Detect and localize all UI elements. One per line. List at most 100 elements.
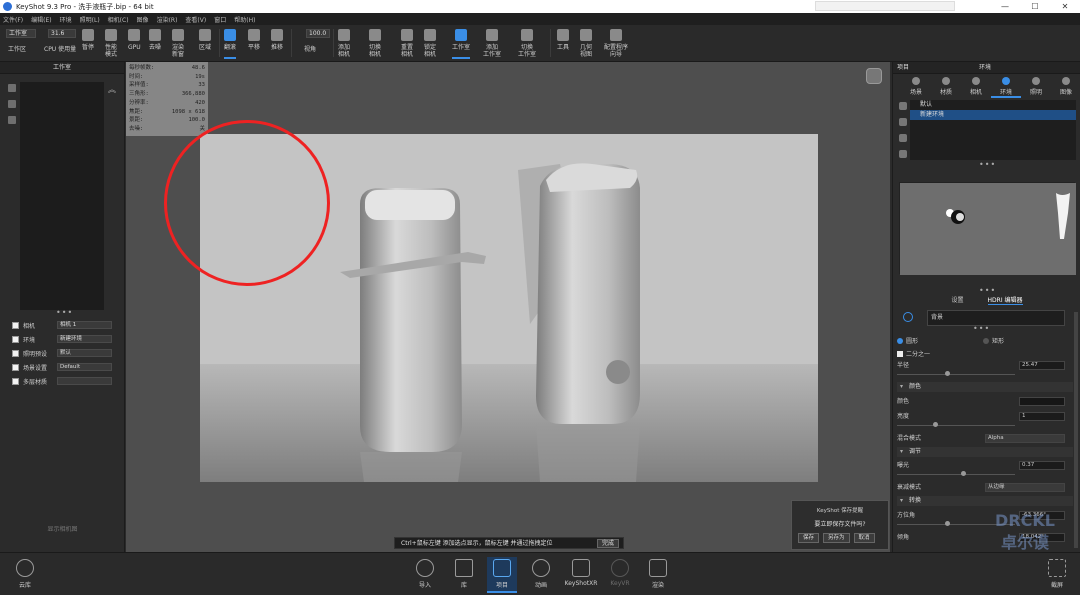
collapse-chevron-icon[interactable]: ︽ <box>108 84 116 95</box>
library-button[interactable]: 库 <box>449 557 479 593</box>
save-as-button[interactable]: 另存为 <box>823 533 850 543</box>
checkbox[interactable] <box>12 377 19 385</box>
checkbox[interactable] <box>12 335 19 343</box>
cloud-library-button[interactable]: 云库 <box>10 557 40 593</box>
tab-environment[interactable]: 环境 <box>991 74 1021 98</box>
add-studio-icon[interactable] <box>8 84 16 92</box>
workspace-dropdown[interactable]: 工作室 <box>6 29 36 38</box>
hdri-preview[interactable] <box>899 182 1076 275</box>
delete-icon[interactable] <box>899 150 907 158</box>
studio-list[interactable] <box>20 82 104 310</box>
shape-rect-radio[interactable]: 矩形 <box>983 336 1004 345</box>
gpu-button[interactable]: GPU <box>128 27 141 59</box>
tumble-button[interactable]: 翻滚 <box>224 27 237 59</box>
region-button[interactable]: 区域 <box>199 27 211 59</box>
slider-knob[interactable] <box>961 471 966 476</box>
add-camera-button[interactable]: 添加 相机 <box>338 27 350 59</box>
radius-slider[interactable] <box>897 374 1015 375</box>
environment-dropdown[interactable]: 新建环境 <box>57 335 112 343</box>
project-button[interactable]: 项目 <box>487 557 517 593</box>
cpu-usage-dropdown[interactable]: 31.6 <box>48 29 76 38</box>
adjust-section[interactable]: 调节 <box>897 447 1073 457</box>
save-button[interactable]: 保存 <box>798 533 820 543</box>
duplicate-icon[interactable] <box>899 102 907 110</box>
color-section[interactable]: 颜色 <box>897 382 1073 392</box>
menu-lighting[interactable]: 照明(L) <box>80 15 100 24</box>
camera-row[interactable]: 相机 相机 1 <box>12 320 112 330</box>
transform-section[interactable]: 转换 <box>897 496 1073 506</box>
slider-knob[interactable] <box>945 371 950 376</box>
resize-handle-icon[interactable]: ••• <box>973 324 990 333</box>
menu-camera[interactable]: 相机(C) <box>108 15 129 24</box>
studio-button[interactable]: 工作室 <box>452 27 471 59</box>
tools-button[interactable]: 工具 <box>557 27 569 59</box>
configurator-wizard-button[interactable]: 配置程序 向导 <box>604 27 628 59</box>
import-button[interactable]: 导入 <box>410 557 440 593</box>
lighting-preset-dropdown[interactable]: 默认 <box>57 349 112 357</box>
exposure-slider[interactable] <box>897 474 1015 475</box>
hdri-light-icon[interactable] <box>866 68 882 84</box>
denoise-button[interactable]: 去噪 <box>149 27 161 59</box>
menu-edit[interactable]: 编辑(E) <box>31 15 51 24</box>
checkbox[interactable] <box>12 363 19 371</box>
environment-row[interactable]: 环境 新建环境 <box>12 334 112 344</box>
done-button[interactable]: 完成 <box>596 539 619 548</box>
pause-button[interactable]: 暂停 <box>82 27 94 59</box>
add-pin-icon[interactable] <box>903 312 913 322</box>
settings-gear-icon[interactable] <box>8 116 16 124</box>
switch-studio-button[interactable]: 切换 工作室 <box>518 27 536 59</box>
resize-handle-icon[interactable]: ••• <box>56 308 73 317</box>
geometry-view-button[interactable]: 几何 视图 <box>580 27 592 59</box>
checkbox[interactable] <box>12 349 19 357</box>
menu-window[interactable]: 窗口 <box>214 15 226 24</box>
menu-environment[interactable]: 环境 <box>60 15 72 24</box>
checkbox[interactable] <box>12 321 19 329</box>
multi-material-row[interactable]: 多层材质 <box>12 376 112 386</box>
falloff-mode-dropdown[interactable]: 从边缘 <box>985 483 1065 492</box>
tab-hdri-editor[interactable]: HDRI 编辑器 <box>987 295 1023 305</box>
blend-mode-dropdown[interactable]: Alpha <box>985 434 1065 443</box>
slider-knob[interactable] <box>945 521 950 526</box>
switch-camera-button[interactable]: 切换 相机 <box>369 27 381 59</box>
keyshotxr-button[interactable]: KeyShotXR <box>565 557 597 593</box>
tab-scene[interactable]: 场景 <box>901 74 931 98</box>
minimize-button[interactable]: — <box>990 0 1020 13</box>
menu-help[interactable]: 帮助(H) <box>234 15 255 24</box>
shape-round-radio[interactable]: 圆形 <box>897 336 918 345</box>
maximize-button[interactable]: ☐ <box>1020 0 1050 13</box>
list-item[interactable]: 默认 <box>910 100 1076 110</box>
lock-camera-button[interactable]: 锁定 相机 <box>424 27 436 59</box>
menu-file[interactable]: 文件(F) <box>3 15 23 24</box>
slider-knob[interactable] <box>933 422 938 427</box>
render-button[interactable]: 渲染 <box>643 557 673 593</box>
radius-input[interactable]: 25.47 <box>1019 361 1065 370</box>
delete-icon[interactable] <box>8 100 16 108</box>
keyvr-button[interactable]: KeyVR <box>605 557 635 593</box>
animation-button[interactable]: 动画 <box>526 557 556 593</box>
dolly-button[interactable]: 推移 <box>271 27 283 59</box>
add-environment-icon[interactable] <box>899 118 907 126</box>
resize-handle-icon[interactable]: ••• <box>979 286 996 295</box>
add-studio-button[interactable]: 添加 工作室 <box>483 27 501 59</box>
color-swatch[interactable] <box>1019 397 1065 406</box>
screenshot-button[interactable]: 截屏 <box>1042 557 1072 593</box>
menu-render[interactable]: 渲染(R) <box>157 15 178 24</box>
cancel-button[interactable]: 取消 <box>853 533 875 543</box>
menu-view[interactable]: 查看(V) <box>185 15 206 24</box>
brightness-input[interactable]: 1 <box>1019 412 1065 421</box>
resize-handle-icon[interactable]: ••• <box>979 160 996 169</box>
real-time-viewport[interactable]: 每秒帧数: 48.6 时间: 19s 采样值: 33 三角形: 366,880 分辨率:… <box>126 62 890 552</box>
reset-camera-button[interactable]: 重置 相机 <box>401 27 413 59</box>
pan-button[interactable]: 平移 <box>248 27 260 59</box>
tab-lighting[interactable]: 照明 <box>1021 74 1051 98</box>
brightness-slider[interactable] <box>897 425 1015 426</box>
half-checkbox[interactable]: 二分之一 <box>897 349 930 358</box>
list-item[interactable]: 新建环境 <box>910 110 1076 120</box>
exposure-input[interactable]: 0.37 <box>1019 461 1065 470</box>
title-search-box[interactable] <box>815 1 955 11</box>
performance-mode-button[interactable]: 性能 模式 <box>105 27 117 59</box>
tab-camera[interactable]: 相机 <box>961 74 991 98</box>
multi-material-dropdown[interactable] <box>57 377 112 385</box>
tab-settings[interactable]: 设置 <box>952 295 964 305</box>
render-new-window-button[interactable]: 渲染 新窗 <box>172 27 184 59</box>
